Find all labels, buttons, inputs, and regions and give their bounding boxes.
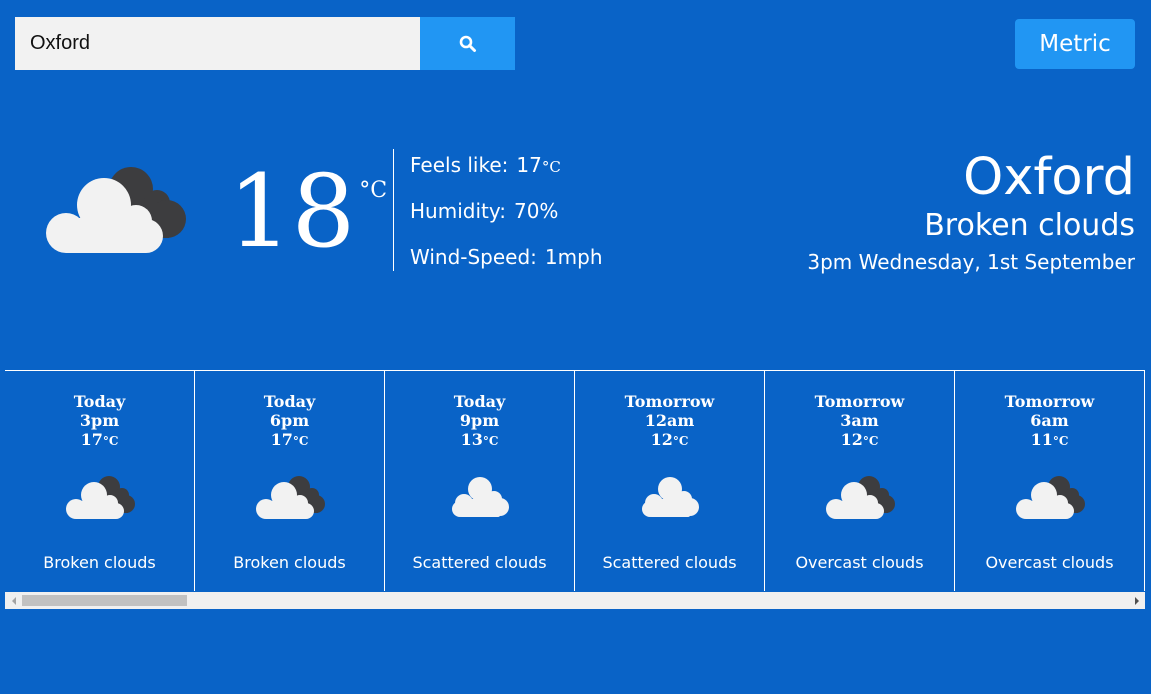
forecast-temperature: 11°C (955, 430, 1144, 451)
forecast-temp-value: 13 (460, 430, 483, 449)
humidity-row: Humidity: 70% (410, 196, 603, 242)
forecast-day: Tomorrow (624, 392, 715, 411)
forecast-temp-unit: °C (672, 434, 689, 448)
search-input[interactable] (15, 17, 420, 70)
overcast-clouds-icon (1015, 476, 1085, 519)
forecast-description: Broken clouds (233, 553, 346, 572)
forecast-temp-unit: °C (292, 434, 309, 448)
scattered-clouds-icon (641, 477, 699, 517)
forecast-day: Today (73, 392, 126, 411)
forecast-temp-value: 11 (1030, 430, 1053, 449)
feels-like-unit: °C (541, 158, 561, 176)
feels-like-row: Feels like: 17 °C (410, 150, 603, 196)
broken-clouds-icon (65, 476, 135, 519)
horizontal-scrollbar[interactable] (5, 592, 1145, 609)
forecast-temperature: 17°C (5, 430, 194, 451)
forecast-header: Tomorrow 6am 11°C (955, 371, 1144, 451)
forecast-header: Today 9pm 13°C (385, 371, 574, 451)
forecast-card: Tomorrow 3am 12°C Overcast clouds (765, 371, 955, 591)
forecast-description: Scattered clouds (602, 553, 737, 572)
forecast-day: Today (453, 392, 506, 411)
scrollbar-thumb[interactable] (22, 595, 187, 606)
feels-like-value: 17 (516, 153, 542, 177)
forecast-card: Today 6pm 17°C Broken clouds (195, 371, 385, 591)
humidity-value: 70% (513, 199, 559, 223)
forecast-temp-value: 12 (840, 430, 863, 449)
location-info: Oxford Broken clouds 3pm Wednesday, 1st … (807, 148, 1135, 280)
forecast-description: Scattered clouds (412, 553, 547, 572)
forecast-time: 6pm (269, 411, 310, 430)
forecast-time: 6am (1030, 411, 1069, 430)
forecast-track: Today 3pm 17°C Broken clouds Today 6pm 17°C Bro… (5, 371, 1145, 591)
forecast-temp-value: 12 (650, 430, 673, 449)
broken-clouds-icon (255, 476, 325, 519)
forecast-time: 3pm (79, 411, 120, 430)
forecast-temp-unit: °C (862, 434, 879, 448)
forecast-header: Today 6pm 17°C (195, 371, 384, 451)
humidity-label: Humidity: (410, 199, 506, 223)
weather-description: Broken clouds (924, 208, 1135, 243)
scattered-clouds-icon (451, 477, 509, 517)
forecast-temp-value: 17 (80, 430, 103, 449)
forecast-day: Today (263, 392, 316, 411)
forecast-description: Overcast clouds (985, 553, 1114, 572)
forecast-temp-unit: °C (102, 434, 119, 448)
forecast-header: Tomorrow 3am 12°C (765, 371, 954, 451)
forecast-temp-unit: °C (482, 434, 499, 448)
forecast-temperature: 12°C (575, 430, 764, 451)
current-temperature: 18 °C (228, 152, 387, 272)
forecast-strip: Today 3pm 17°C Broken clouds Today 6pm 17°C Bro… (5, 370, 1145, 609)
temperature-value: 18 (228, 153, 356, 270)
forecast-temperature: 12°C (765, 430, 954, 451)
wind-speed-value: 1mph (544, 245, 603, 269)
search-bar (15, 17, 515, 70)
city-name: Oxford (963, 148, 1135, 207)
scroll-left-arrow-icon[interactable] (5, 592, 22, 609)
forecast-temp-value: 17 (270, 430, 293, 449)
forecast-time: 12am (644, 411, 695, 430)
forecast-temperature: 17°C (195, 430, 384, 451)
forecast-time: 3am (840, 411, 879, 430)
forecast-card: Tomorrow 12am 12°C Scattered clouds (575, 371, 765, 591)
divider (393, 149, 394, 271)
wind-speed-row: Wind-Speed: 1mph (410, 242, 603, 288)
forecast-temp-unit: °C (1052, 434, 1069, 448)
forecast-header: Tomorrow 12am 12°C (575, 371, 764, 451)
search-icon (459, 35, 476, 52)
forecast-card: Today 3pm 17°C Broken clouds (5, 371, 195, 591)
weather-details: Feels like: 17 °C Humidity: 70% Wind-Spee… (410, 150, 603, 288)
feels-like-label: Feels like: (410, 153, 509, 177)
forecast-card: Tomorrow 6am 11°C Overcast clouds (955, 371, 1145, 591)
forecast-card: Today 9pm 13°C Scattered clouds (385, 371, 575, 591)
forecast-temperature: 13°C (385, 430, 574, 451)
broken-clouds-icon (46, 167, 186, 253)
wind-speed-label: Wind-Speed: (410, 245, 537, 269)
date-time: 3pm Wednesday, 1st September (807, 250, 1135, 274)
forecast-time: 9pm (459, 411, 500, 430)
scroll-right-arrow-icon[interactable] (1128, 592, 1145, 609)
unit-toggle-button[interactable]: Metric (1015, 19, 1135, 69)
overcast-clouds-icon (825, 476, 895, 519)
temperature-unit: °C (359, 178, 388, 203)
search-button[interactable] (420, 17, 515, 70)
forecast-header: Today 3pm 17°C (5, 371, 194, 451)
forecast-description: Overcast clouds (795, 553, 924, 572)
forecast-day: Tomorrow (1004, 392, 1095, 411)
forecast-day: Tomorrow (814, 392, 905, 411)
forecast-description: Broken clouds (43, 553, 156, 572)
